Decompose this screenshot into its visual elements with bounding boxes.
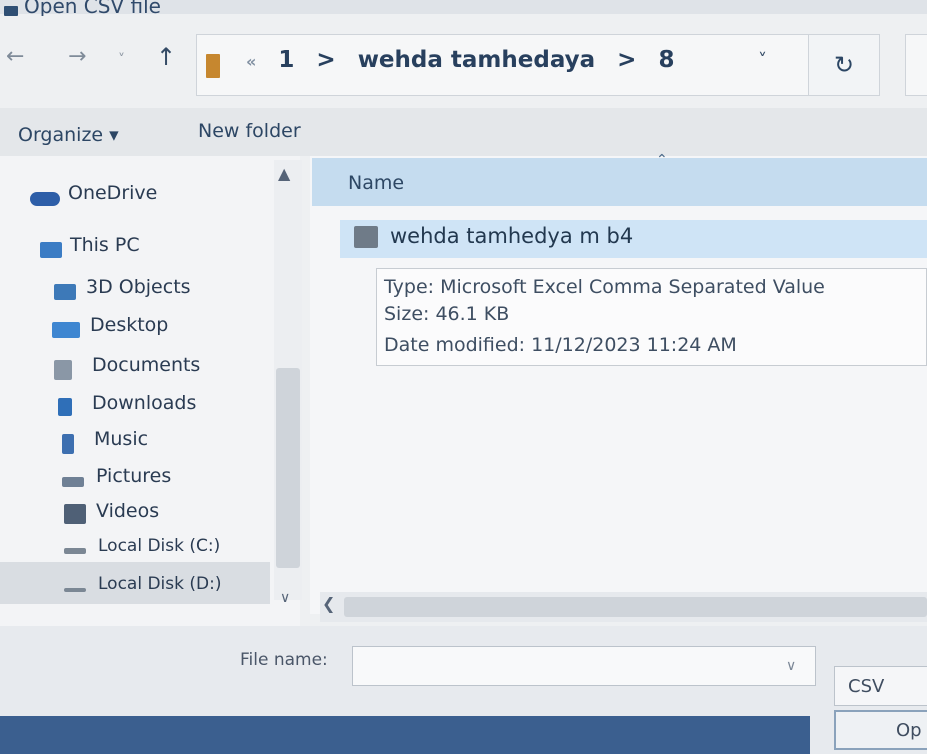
- sidebar-item-label: This PC: [70, 234, 140, 256]
- sidebar-item-label: Music: [94, 428, 149, 450]
- sidebar-item-label: OneDrive: [68, 182, 158, 204]
- tooltip-type: Type: Microsoft Excel Comma Separated Va…: [384, 276, 825, 298]
- file-name-dropdown-icon[interactable]: ∨: [786, 658, 796, 674]
- videos-icon: [64, 504, 86, 524]
- sidebar-item-label: Videos: [96, 500, 160, 522]
- breadcrumb-separator[interactable]: >: [316, 47, 335, 73]
- search-input[interactable]: [905, 34, 927, 96]
- horizontal-scrollbar-thumb[interactable]: [344, 597, 927, 617]
- sort-ascending-icon: ⌃: [656, 152, 668, 168]
- sidebar-item-documents[interactable]: Documents: [0, 354, 296, 390]
- csv-file-icon: [354, 226, 378, 248]
- scrollbar-thumb[interactable]: [276, 368, 300, 568]
- cube-icon: [54, 284, 76, 300]
- column-header-label: Name: [348, 172, 405, 194]
- sidebar-item-label: 3D Objects: [86, 276, 191, 298]
- breadcrumb-item-1[interactable]: 1: [278, 47, 294, 73]
- scroll-left-icon[interactable]: ❮: [322, 594, 335, 613]
- breadcrumb: « 1 > wehda tamhedaya > 8: [246, 47, 688, 73]
- sidebar-item-label: Pictures: [96, 465, 172, 487]
- folder-icon: [206, 54, 220, 78]
- sidebar-item-label: Downloads: [92, 392, 197, 414]
- sidebar-item-label: Local Disk (C:): [98, 536, 221, 556]
- file-name[interactable]: wehda tamhedya m b4: [390, 224, 633, 248]
- command-bar: [0, 108, 927, 156]
- sidebar-item-local-disk-c[interactable]: Local Disk (C:): [0, 536, 296, 572]
- drive-icon: [64, 548, 86, 554]
- refresh-button[interactable]: ↻: [808, 34, 880, 96]
- cloud-icon: [30, 192, 60, 206]
- up-arrow-icon[interactable]: ↑: [156, 43, 176, 71]
- taskbar-edge: [0, 716, 810, 754]
- sidebar-item-label: Local Disk (D:): [98, 574, 222, 594]
- tooltip-size: Size: 46.1 KB: [384, 303, 510, 325]
- breadcrumb-overflow[interactable]: «: [246, 52, 256, 71]
- sidebar-item-onedrive[interactable]: OneDrive: [0, 182, 296, 218]
- tooltip-date-modified: Date modified: 11/12/2023 11:24 AM: [384, 334, 737, 356]
- app-icon: [4, 6, 18, 16]
- sidebar-item-downloads[interactable]: Downloads: [0, 392, 296, 428]
- music-icon: [62, 434, 74, 454]
- address-dropdown-icon[interactable]: ˅: [758, 50, 767, 71]
- file-type-value: CSV: [848, 676, 885, 697]
- new-folder-button[interactable]: New folder: [198, 120, 301, 142]
- file-name-input[interactable]: [352, 646, 816, 686]
- name-column-header[interactable]: [312, 158, 927, 206]
- download-icon: [58, 398, 72, 416]
- organize-button[interactable]: Organize ▾: [18, 124, 119, 146]
- sidebar-item-label: Desktop: [90, 314, 169, 336]
- sidebar-item-3d-objects[interactable]: 3D Objects: [0, 276, 296, 312]
- sidebar-item-music[interactable]: Music: [0, 428, 296, 464]
- refresh-icon: ↻: [833, 51, 855, 79]
- sidebar-item-local-disk-d[interactable]: Local Disk (D:): [0, 574, 296, 610]
- desktop-icon: [52, 322, 80, 338]
- computer-icon: [40, 242, 62, 258]
- back-arrow-icon[interactable]: ←: [6, 44, 24, 69]
- sidebar-item-videos[interactable]: Videos: [0, 500, 296, 536]
- sidebar-item-pictures[interactable]: Pictures: [0, 465, 296, 501]
- drive-icon: [64, 588, 86, 592]
- documents-icon: [54, 360, 72, 380]
- scroll-up-icon[interactable]: ▲: [278, 164, 290, 183]
- open-button-label: Op: [896, 720, 922, 741]
- sidebar-item-label: Documents: [92, 354, 201, 376]
- breadcrumb-item-8[interactable]: 8: [658, 47, 674, 73]
- sidebar-item-this-pc[interactable]: This PC: [0, 234, 296, 270]
- recent-locations-chevron-icon[interactable]: ˅: [118, 52, 125, 68]
- sidebar-item-desktop[interactable]: Desktop: [0, 314, 296, 350]
- breadcrumb-separator[interactable]: >: [617, 47, 636, 73]
- file-name-label: File name:: [240, 650, 328, 670]
- breadcrumb-item-wehda-tamhedaya[interactable]: wehda tamhedaya: [358, 47, 595, 73]
- pictures-icon: [62, 477, 84, 487]
- forward-arrow-icon[interactable]: →: [68, 44, 86, 69]
- scroll-down-icon[interactable]: ∨: [280, 590, 290, 606]
